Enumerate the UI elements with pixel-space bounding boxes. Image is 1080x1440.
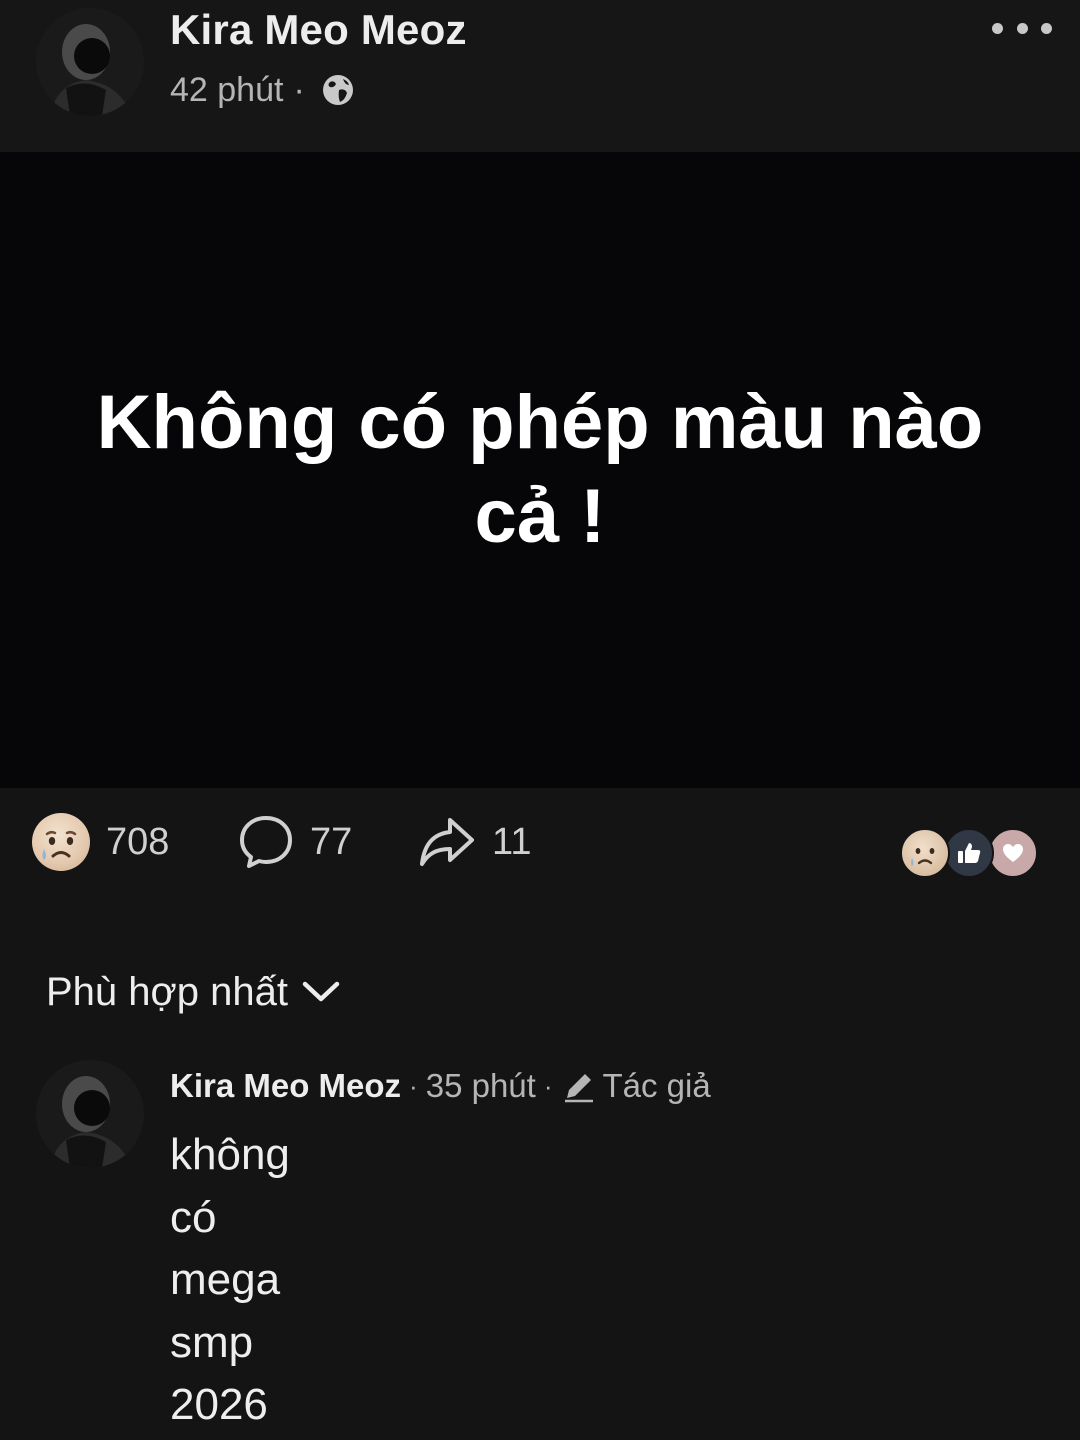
love-reaction-icon (988, 828, 1038, 878)
more-horizontal-icon (992, 22, 1003, 34)
post-time[interactable]: 42 phút (170, 71, 283, 110)
reaction-summary[interactable] (900, 828, 1040, 878)
comment-count: 77 (310, 820, 353, 863)
author-badge: Tác giả (602, 1067, 711, 1104)
comment-line: 2026 (170, 1380, 268, 1429)
reaction-button[interactable]: 708 (32, 812, 169, 872)
sad-emoji-icon (32, 813, 90, 871)
comment-time: 35 phút (425, 1067, 536, 1104)
comment-line: không (170, 1130, 290, 1179)
reaction-count: 708 (106, 820, 170, 863)
comment-line: mega (170, 1255, 281, 1304)
share-button[interactable]: 11 (418, 812, 531, 872)
comment-button[interactable]: 77 (238, 812, 352, 872)
comment-bubble-icon (238, 814, 294, 870)
share-arrow-icon (418, 814, 476, 870)
comment-sort-dropdown[interactable]: Phù hợp nhất (46, 964, 340, 1020)
author-avatar[interactable] (36, 8, 144, 116)
comment-separator: · (543, 1070, 553, 1101)
comment-line: có (170, 1192, 217, 1242)
comment-line: smp (170, 1317, 254, 1367)
globe-icon (321, 73, 355, 107)
chevron-down-icon (302, 980, 340, 1004)
share-count: 11 (492, 820, 532, 863)
more-dot (1041, 22, 1052, 34)
sad-reaction-icon (900, 828, 950, 878)
meta-separator: · (293, 70, 305, 109)
author-name[interactable]: Kira Meo Meoz (170, 6, 467, 54)
commenter-avatar[interactable] (36, 1060, 144, 1168)
comment-separator: · (409, 1070, 418, 1101)
more-options-button[interactable] (992, 16, 1052, 40)
post-meta: 42 phút · (170, 70, 355, 110)
post-header: Kira Meo Meoz 42 phút · (0, 0, 1080, 152)
comment-author[interactable]: Kira Meo Meoz (170, 1067, 401, 1105)
sort-label: Phù hợp nhất (46, 969, 288, 1014)
post-content[interactable]: Không có phép màu nào cả ! (0, 152, 1080, 788)
comment-text: không có mega smp 2026 (170, 1124, 290, 1437)
post-text: Không có phép màu nào cả ! (96, 380, 984, 559)
like-reaction-icon (944, 828, 994, 878)
more-dot (1016, 22, 1028, 34)
pencil-icon (561, 1068, 597, 1104)
comment-header: Kira Meo Meoz · 35 phút · Tác giả (170, 1064, 711, 1108)
